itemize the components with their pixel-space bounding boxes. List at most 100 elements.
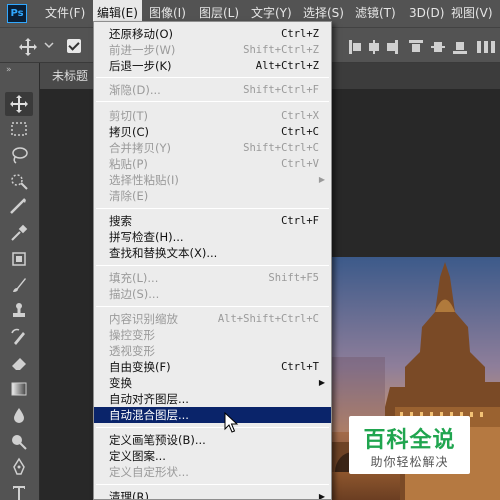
align-icons[interactable] (345, 38, 500, 56)
menu-item-define-brush[interactable]: 定义画笔预设(B)... (94, 432, 331, 448)
quick-select-tool[interactable] (5, 169, 33, 193)
edit-menu-dropdown: 还原移动(O) Ctrl+Z 前进一步(W) Shift+Ctrl+Z 后退一步(K… (93, 21, 332, 500)
menu-item-shortcut: Ctrl+V (281, 158, 319, 170)
move-icon[interactable] (18, 37, 38, 57)
menu-item-fill[interactable]: 填充(L)... Shift+F5 (94, 270, 331, 286)
menu-item-label: 变换 (109, 376, 132, 390)
gradient-icon (11, 382, 27, 396)
ps-logo-icon[interactable]: Ps (7, 4, 27, 23)
menu-item-shortcut: Shift+F5 (268, 272, 319, 284)
menu-item-copy-merged[interactable]: 合并拷贝(Y) Shift+Ctrl+C (94, 140, 331, 156)
brush-tool[interactable] (5, 273, 33, 297)
menu-item-stroke[interactable]: 描边(S)... (94, 286, 331, 302)
menu-item-label: 剪切(T) (109, 109, 148, 123)
chevron-down-icon[interactable] (44, 40, 54, 50)
menu-item-spell-check[interactable]: 拼写检查(H)... (94, 229, 331, 245)
menu-separator (96, 306, 329, 307)
dodge-icon (12, 435, 27, 450)
menu-item-label: 内容识别缩放 (109, 312, 178, 326)
menu-3d[interactable]: 3D(D) (409, 0, 444, 27)
menu-item-shortcut: Ctrl+X (281, 110, 319, 122)
blur-icon (14, 408, 24, 423)
frame-tool[interactable] (5, 247, 33, 271)
marquee-tool[interactable] (5, 117, 33, 141)
frame-icon (12, 252, 26, 266)
menu-item-search[interactable]: 搜索 Ctrl+F (94, 213, 331, 229)
menu-item-define-custom-shape[interactable]: 定义自定形状... (94, 464, 331, 480)
crop-tool[interactable] (5, 195, 33, 219)
menu-separator (96, 101, 329, 102)
menu-item-shortcut: Ctrl+F (281, 215, 319, 227)
submenu-arrow-icon: ▶ (318, 378, 325, 387)
menu-item-clear[interactable]: 清除(E) (94, 188, 331, 204)
menu-item-step-backward[interactable]: 后退一步(K) Alt+Ctrl+Z (94, 58, 331, 74)
eraser-tool[interactable] (5, 351, 33, 375)
menu-item-label: 清除(E) (109, 189, 149, 203)
menu-view[interactable]: 视图(V) (451, 0, 493, 27)
menu-item-label: 操控变形 (109, 328, 155, 342)
menu-item-free-transform[interactable]: 自由变换(F) Ctrl+T (94, 359, 331, 375)
menu-item-define-pattern[interactable]: 定义图案... (94, 448, 331, 464)
menu-file[interactable]: 文件(F) (45, 0, 85, 27)
blur-tool[interactable] (5, 403, 33, 427)
collapse-toolbar-icon[interactable]: » (6, 65, 26, 75)
menu-item-transform[interactable]: 变换 ▶ (94, 375, 331, 391)
watermark-badge: 百科全说 助你轻松解决 (349, 416, 470, 474)
menu-item-label: 定义图案... (109, 449, 166, 463)
menu-item-perspective-warp[interactable]: 透视变形 (94, 343, 331, 359)
eraser-icon (12, 358, 26, 370)
menu-item-label: 粘贴(P) (109, 157, 148, 171)
menu-item-label: 定义自定形状... (109, 465, 189, 479)
watermark-title: 百科全说 (363, 428, 456, 453)
lasso-icon (12, 147, 28, 164)
menu-item-paste-special[interactable]: 选择性粘贴(I) ▶ (94, 172, 331, 188)
menu-item-step-forward[interactable]: 前进一步(W) Shift+Ctrl+Z (94, 42, 331, 58)
tools-panel: » (0, 63, 40, 500)
marquee-icon (11, 122, 27, 136)
menu-item-purge[interactable]: 清理(R) ▶ (94, 489, 331, 500)
stamp-tool[interactable] (5, 299, 33, 323)
dodge-tool[interactable] (5, 429, 33, 453)
menu-item-auto-blend-layers[interactable]: 自动混合图层... (94, 407, 331, 423)
menu-item-fade[interactable]: 渐隐(D)... Shift+Ctrl+F (94, 82, 331, 98)
cursor-icon (224, 412, 239, 433)
menu-item-shortcut: Ctrl+T (281, 361, 319, 373)
eyedropper-tool[interactable] (5, 221, 33, 245)
menu-item-paste[interactable]: 粘贴(P) Ctrl+V (94, 156, 331, 172)
auto-select-checkbox[interactable] (67, 39, 81, 53)
stamp-icon (13, 303, 25, 317)
menu-separator (96, 77, 329, 78)
menu-item-shortcut: Alt+Ctrl+Z (255, 60, 319, 72)
menu-item-label: 清理(R) (109, 490, 149, 500)
menu-item-copy[interactable]: 拷贝(C) Ctrl+C (94, 124, 331, 140)
menu-item-shortcut: Ctrl+C (281, 126, 319, 138)
pen-tool[interactable] (5, 455, 33, 479)
menu-filter[interactable]: 滤镜(T) (355, 0, 396, 27)
history-brush-tool[interactable] (5, 325, 33, 349)
watermark-subtitle: 助你轻松解决 (370, 455, 449, 469)
move-tool[interactable] (5, 92, 33, 116)
gradient-tool[interactable] (5, 377, 33, 401)
brush-icon (13, 278, 26, 292)
submenu-arrow-icon: ▶ (318, 492, 325, 500)
menu-item-label: 定义画笔预设(B)... (109, 433, 206, 447)
type-tool[interactable] (5, 481, 33, 500)
menu-item-shortcut: Shift+Ctrl+Z (243, 44, 319, 56)
menu-separator (96, 265, 329, 266)
menu-item-cut[interactable]: 剪切(T) Ctrl+X (94, 108, 331, 124)
menu-item-label: 自动混合图层... (109, 408, 189, 422)
menu-item-undo-move[interactable]: 还原移动(O) Ctrl+Z (94, 26, 331, 42)
menu-item-auto-align-layers[interactable]: 自动对齐图层... (94, 391, 331, 407)
lasso-tool[interactable] (5, 143, 33, 167)
menu-item-puppet-warp[interactable]: 操控变形 (94, 327, 331, 343)
document-tab[interactable]: 未标题 (40, 63, 100, 89)
menu-item-label: 还原移动(O) (109, 27, 174, 41)
menu-item-label: 拷贝(C) (109, 125, 150, 139)
history-brush-icon (11, 328, 25, 345)
eyedropper-icon (11, 224, 28, 241)
menu-item-label: 自由变换(F) (109, 360, 171, 374)
type-icon (13, 486, 25, 500)
menu-item-content-aware-scale[interactable]: 内容识别缩放 Alt+Shift+Ctrl+C (94, 311, 331, 327)
menu-item-find-replace[interactable]: 查找和替换文本(X)... (94, 245, 331, 261)
menu-item-label: 选择性粘贴(I) (109, 173, 179, 187)
